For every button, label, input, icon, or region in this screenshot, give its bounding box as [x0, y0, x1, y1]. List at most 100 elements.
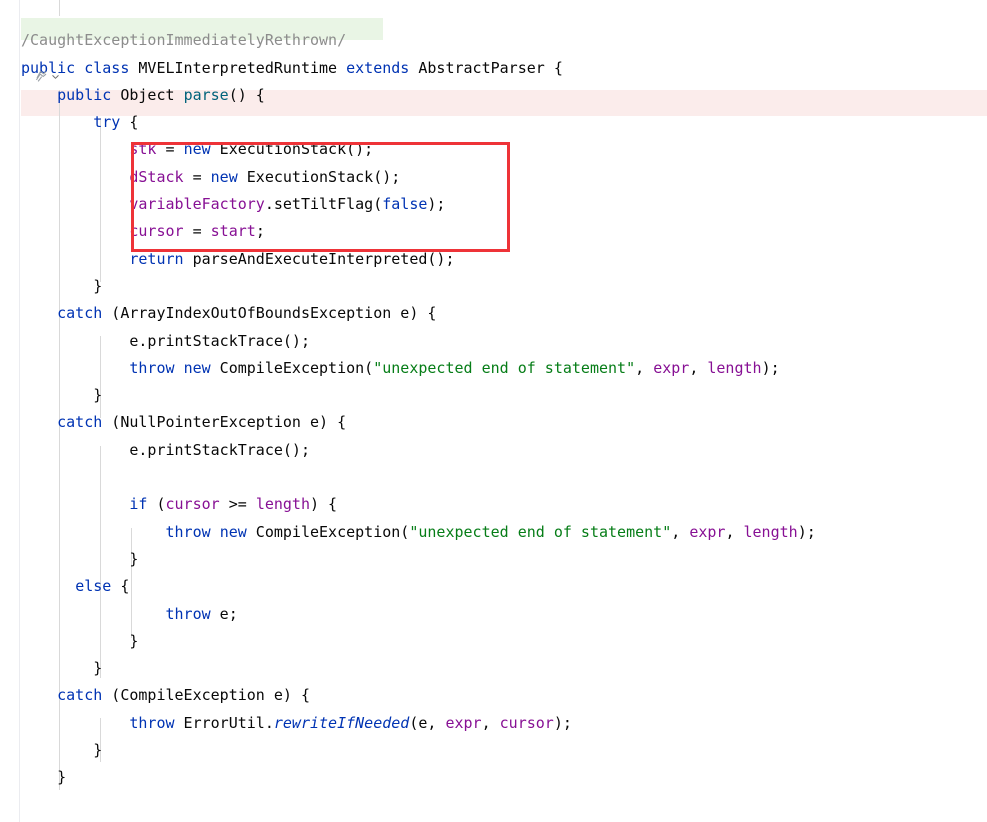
code-token: cursor [165, 495, 220, 514]
code-line[interactable]: } [21, 655, 816, 682]
code-token: expr [445, 713, 482, 732]
code-token: } [21, 631, 139, 650]
code-token: cursor [129, 222, 184, 241]
code-line[interactable]: throw new CompileException("unexpected e… [21, 355, 816, 382]
method-implementation-icon[interactable] [34, 68, 68, 84]
chevron-down-icon[interactable] [51, 72, 60, 81]
code-token: (NullPointerException e) { [102, 413, 347, 432]
code-token: /CaughtExceptionImmediatelyRethrown/ [21, 31, 347, 50]
code-token: new [210, 167, 238, 186]
code-token: class [84, 58, 130, 77]
code-line[interactable]: return parseAndExecuteInterpreted(); [21, 246, 816, 273]
code-line[interactable]: } [21, 546, 816, 573]
code-line[interactable]: try { [21, 109, 816, 136]
code-token: (ArrayIndexOutOfBoundsException e) { [102, 304, 437, 323]
code-editor[interactable]: /CaughtExceptionImmediatelyRethrown/publ… [0, 0, 987, 822]
code-line[interactable] [21, 0, 816, 27]
code-line[interactable]: catch (ArrayIndexOutOfBoundsException e)… [21, 300, 816, 327]
code-token: ) { [310, 495, 338, 514]
code-line[interactable]: dStack = new ExecutionStack(); [21, 164, 816, 191]
code-token: = [156, 140, 184, 159]
code-token: } [21, 768, 67, 787]
code-line[interactable]: } [21, 382, 816, 409]
code-line[interactable]: e.printStackTrace(); [21, 328, 816, 355]
code-line[interactable]: throw new CompileException("unexpected e… [21, 519, 816, 546]
code-token: "unexpected end of statement" [409, 522, 672, 541]
code-line[interactable]: else { [21, 573, 816, 600]
code-token: (e, [409, 713, 446, 732]
code-token: (CompileException e) { [102, 686, 310, 705]
code-token: try [93, 113, 121, 132]
code-token: catch [57, 686, 103, 705]
code-token: { [120, 113, 139, 132]
code-token: , [635, 358, 654, 377]
code-token: CompileException( [246, 522, 410, 541]
editor-gutter[interactable] [0, 0, 20, 822]
code-line[interactable]: e.printStackTrace(); [21, 437, 816, 464]
code-token: () { [228, 85, 265, 104]
code-line[interactable]: } [21, 737, 816, 764]
code-token: dStack [129, 167, 184, 186]
code-line[interactable]: public Object parse() { [21, 82, 816, 109]
code-token: catch [57, 304, 103, 323]
code-token: extends [346, 58, 410, 77]
code-token: false [382, 195, 428, 214]
code-token: public [57, 85, 112, 104]
code-line[interactable]: cursor = start; [21, 218, 816, 245]
code-line[interactable]: catch (CompileException e) { [21, 682, 816, 709]
code-token: ErrorUtil. [174, 713, 274, 732]
code-line[interactable] [21, 464, 816, 491]
code-token: variableFactory [129, 195, 265, 214]
code-line[interactable]: public class MVELInterpretedRuntime exte… [21, 55, 816, 82]
code-token: ); [553, 713, 572, 732]
code-token: { [111, 577, 130, 596]
code-line[interactable]: throw ErrorUtil.rewriteIfNeeded(e, expr,… [21, 710, 816, 737]
code-token: if [129, 495, 148, 514]
code-token: = [183, 222, 211, 241]
code-token: , [689, 358, 708, 377]
code-line[interactable]: } [21, 628, 816, 655]
code-token: MVELInterpretedRuntime [129, 58, 347, 77]
code-token: } [21, 276, 103, 295]
code-token: expr [653, 358, 690, 377]
code-token: return [129, 249, 184, 268]
code-line[interactable]: /CaughtExceptionImmediatelyRethrown/ [21, 27, 816, 54]
code-line[interactable]: } [21, 764, 816, 791]
code-token: Object [111, 85, 184, 104]
code-token: } [21, 741, 103, 760]
code-token: else [75, 577, 112, 596]
code-token: stk [129, 140, 157, 159]
code-token: throw [165, 522, 211, 541]
code-token: >= [219, 495, 256, 514]
code-line[interactable]: catch (NullPointerException e) { [21, 409, 816, 436]
code-line[interactable]: } [21, 273, 816, 300]
code-token: rewriteIfNeeded [273, 713, 410, 732]
code-token: new [183, 140, 211, 159]
code-line[interactable]: if (cursor >= length) { [21, 491, 816, 518]
code-token: "unexpected end of statement" [373, 358, 636, 377]
code-line[interactable]: stk = new ExecutionStack(); [21, 136, 816, 163]
code-line[interactable]: throw e; [21, 601, 816, 628]
code-token: , [725, 522, 744, 541]
code-token: throw [129, 358, 175, 377]
code-token: throw [165, 604, 211, 623]
code-line[interactable]: variableFactory.setTiltFlag(false); [21, 191, 816, 218]
code-text-area[interactable]: /CaughtExceptionImmediatelyRethrown/publ… [21, 0, 816, 792]
code-token: length [707, 358, 762, 377]
code-token: e.printStackTrace(); [21, 331, 310, 350]
code-token: ( [147, 495, 166, 514]
code-token: ); [427, 195, 446, 214]
code-token: length [743, 522, 798, 541]
code-token: ; [255, 222, 265, 241]
code-token: e; [210, 604, 238, 623]
